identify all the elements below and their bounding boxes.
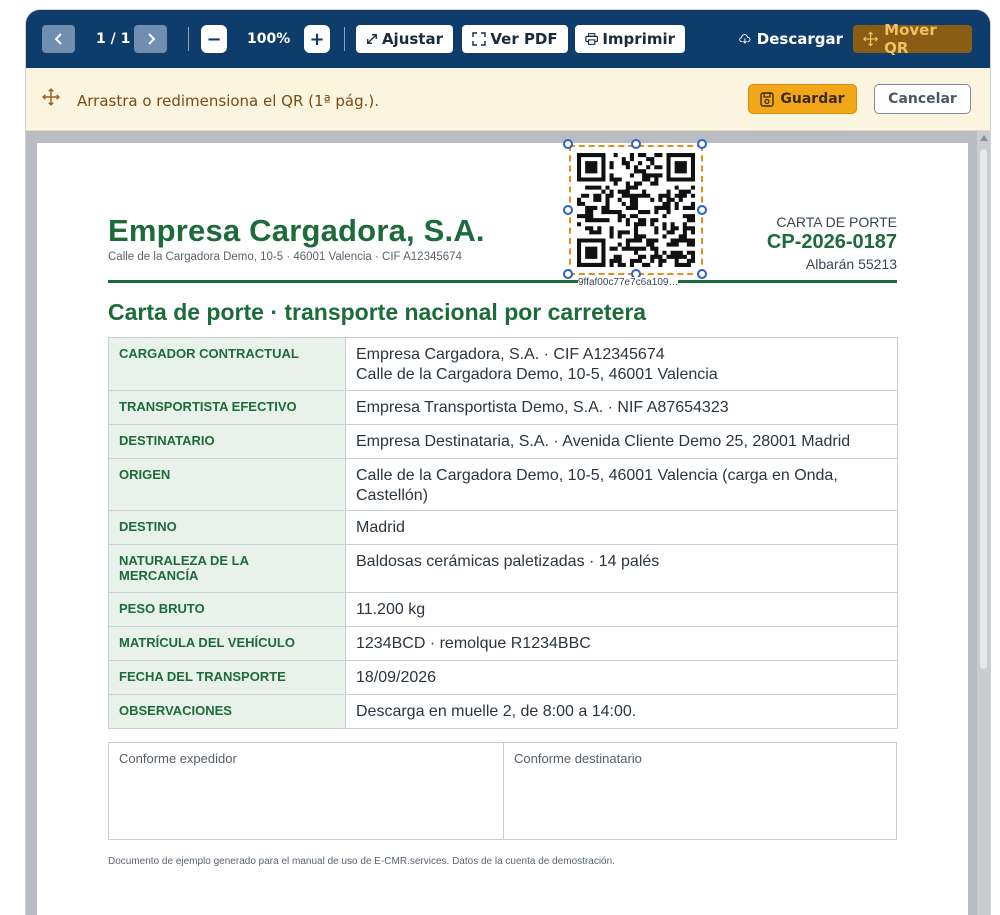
table-row: PESO BRUTO 11.200 kg bbox=[108, 592, 898, 627]
resize-handle-bottom-right[interactable] bbox=[697, 269, 707, 279]
pdf-viewer-window: 1 / 1 − 100% + Ajustar Ver PDF Imprimir … bbox=[26, 10, 990, 915]
field-value: Baldosas cerámicas paletizadas · 14 palé… bbox=[345, 544, 898, 593]
resize-handle-bottom-left[interactable] bbox=[563, 269, 573, 279]
document-title: Carta de porte · transporte nacional por… bbox=[108, 299, 647, 325]
field-value: Calle de la Cargadora Demo, 10-5, 46001 … bbox=[345, 458, 898, 511]
header-rule bbox=[108, 280, 897, 283]
zoom-in-button[interactable]: + bbox=[304, 25, 330, 53]
download-button[interactable]: Descargar bbox=[735, 25, 847, 53]
fullscreen-icon bbox=[472, 32, 487, 46]
resize-handle-top-right[interactable] bbox=[697, 139, 707, 149]
save-label: Guardar bbox=[780, 91, 845, 107]
company-address: Calle de la Cargadora Demo, 10-5 · 46001… bbox=[108, 251, 462, 263]
print-label: Imprimir bbox=[602, 30, 675, 48]
view-pdf-button[interactable]: Ver PDF bbox=[462, 25, 568, 53]
move-qr-button[interactable]: Mover QR bbox=[853, 21, 972, 57]
chevron-right-icon bbox=[147, 33, 155, 45]
move-arrows-icon bbox=[42, 88, 60, 111]
field-label: PESO BRUTO bbox=[108, 592, 346, 627]
table-row: CARGADOR CONTRACTUAL Empresa Cargadora, … bbox=[108, 337, 898, 391]
field-label-line: NATURALEZA DE LA bbox=[119, 553, 249, 568]
view-pdf-label: Ver PDF bbox=[490, 30, 558, 48]
field-label: DESTINATARIO bbox=[108, 424, 346, 459]
qr-code-draggable[interactable]: 9ffaf00c77e7c6a109… bbox=[563, 139, 707, 288]
printer-icon bbox=[585, 33, 599, 45]
fit-label: Ajustar bbox=[381, 30, 443, 48]
move-arrows-icon bbox=[863, 31, 879, 47]
vertical-scrollbar[interactable] bbox=[977, 131, 990, 915]
company-name: Empresa Cargadora, S.A. bbox=[108, 213, 485, 248]
field-value: Empresa Transportista Demo, S.A. · NIF A… bbox=[345, 390, 898, 425]
qr-code-image bbox=[577, 153, 695, 267]
floppy-disk-icon bbox=[760, 91, 775, 107]
cancel-button[interactable]: Cancelar bbox=[874, 84, 971, 114]
resize-handle-top-left[interactable] bbox=[563, 139, 573, 149]
field-value-line: Calle de la Cargadora Demo, 10-5, 46001 … bbox=[356, 467, 838, 484]
page-indicator: 1 / 1 bbox=[96, 31, 131, 47]
document-footnote: Documento de ejemplo generado para el ma… bbox=[108, 856, 615, 867]
field-value: 18/09/2026 bbox=[345, 660, 898, 695]
document-type: CARTA DE PORTE bbox=[776, 214, 897, 230]
expand-diagonal-icon bbox=[367, 34, 377, 44]
table-row: OBSERVACIONES Descarga en muelle 2, de 8… bbox=[108, 694, 898, 729]
field-value: Madrid bbox=[345, 510, 898, 545]
field-value-line: Castellón) bbox=[356, 487, 429, 504]
toolbar-divider bbox=[344, 27, 345, 51]
document-viewport[interactable]: Empresa Cargadora, S.A. Calle de la Carg… bbox=[26, 131, 990, 915]
signature-boxes: Conforme expedidor Conforme destinatario bbox=[108, 742, 897, 840]
field-label: OBSERVACIONES bbox=[108, 694, 346, 729]
consignee-signature-box: Conforme destinatario bbox=[514, 751, 642, 766]
resize-handle-top[interactable] bbox=[631, 139, 641, 149]
viewer-toolbar: 1 / 1 − 100% + Ajustar Ver PDF Imprimir … bbox=[26, 10, 990, 68]
table-row: DESTINO Madrid bbox=[108, 510, 898, 545]
chevron-left-icon bbox=[54, 33, 62, 45]
table-row: NATURALEZA DE LA MERCANCÍA Baldosas cerám… bbox=[108, 544, 898, 593]
pdf-page: Empresa Cargadora, S.A. Calle de la Carg… bbox=[37, 139, 968, 915]
field-value: Empresa Cargadora, S.A. · CIF A12345674 C… bbox=[345, 337, 898, 391]
document-number: CP-2026-0187 bbox=[766, 231, 897, 253]
scroll-up-arrow-icon[interactable] bbox=[980, 135, 988, 141]
field-value-line: Empresa Cargadora, S.A. · CIF A12345674 bbox=[356, 346, 665, 363]
scrollbar-thumb[interactable] bbox=[980, 149, 987, 669]
zoom-out-button[interactable]: − bbox=[201, 25, 227, 53]
field-label: CARGADOR CONTRACTUAL bbox=[108, 337, 346, 391]
field-value-line: Calle de la Cargadora Demo, 10-5, 46001 … bbox=[356, 366, 718, 383]
field-label: MATRÍCULA DEL VEHÍCULO bbox=[108, 626, 346, 661]
notice-text: Arrastra o redimensiona el QR (1ª pág.). bbox=[77, 92, 380, 110]
table-row: MATRÍCULA DEL VEHÍCULO 1234BCD · remolqu… bbox=[108, 626, 898, 661]
field-value: Empresa Destinataria, S.A. · Avenida Cli… bbox=[345, 424, 898, 459]
albaran-number: Albarán 55213 bbox=[805, 256, 897, 272]
field-label: NATURALEZA DE LA MERCANCÍA bbox=[108, 544, 346, 593]
field-label-line: MERCANCÍA bbox=[119, 568, 199, 583]
prev-page-button[interactable] bbox=[42, 25, 75, 53]
table-row: TRANSPORTISTA EFECTIVO Empresa Transport… bbox=[108, 390, 898, 425]
cloud-download-icon bbox=[739, 34, 751, 44]
field-label: TRANSPORTISTA EFECTIVO bbox=[108, 390, 346, 425]
qr-edit-notice-bar: Arrastra o redimensiona el QR (1ª pág.).… bbox=[26, 68, 990, 131]
qr-caption: 9ffaf00c77e7c6a109… bbox=[578, 277, 679, 288]
field-value: Descarga en muelle 2, de 8:00 a 14:00. bbox=[345, 694, 898, 729]
shipper-signature-box: Conforme expedidor bbox=[119, 751, 237, 766]
toolbar-divider bbox=[188, 27, 189, 51]
fit-button[interactable]: Ajustar bbox=[356, 25, 453, 53]
print-button[interactable]: Imprimir bbox=[575, 25, 685, 53]
field-value: 1234BCD · remolque R1234BBC bbox=[345, 626, 898, 661]
download-label: Descargar bbox=[756, 30, 843, 48]
move-qr-label: Mover QR bbox=[884, 21, 937, 57]
field-label: FECHA DEL TRANSPORTE bbox=[108, 660, 346, 695]
next-page-button[interactable] bbox=[134, 25, 167, 53]
field-label: ORIGEN bbox=[108, 458, 346, 511]
table-row: ORIGEN Calle de la Cargadora Demo, 10-5,… bbox=[108, 458, 898, 511]
resize-handle-left[interactable] bbox=[563, 205, 573, 215]
transport-details-table: CARGADOR CONTRACTUAL Empresa Cargadora, … bbox=[108, 337, 898, 729]
save-button[interactable]: Guardar bbox=[748, 84, 857, 114]
zoom-level: 100% bbox=[247, 31, 291, 47]
field-label: DESTINO bbox=[108, 510, 346, 545]
field-value: 11.200 kg bbox=[345, 592, 898, 627]
table-row: FECHA DEL TRANSPORTE 18/09/2026 bbox=[108, 660, 898, 695]
resize-handle-right[interactable] bbox=[697, 205, 707, 215]
table-row: DESTINATARIO Empresa Destinataria, S.A. … bbox=[108, 424, 898, 459]
